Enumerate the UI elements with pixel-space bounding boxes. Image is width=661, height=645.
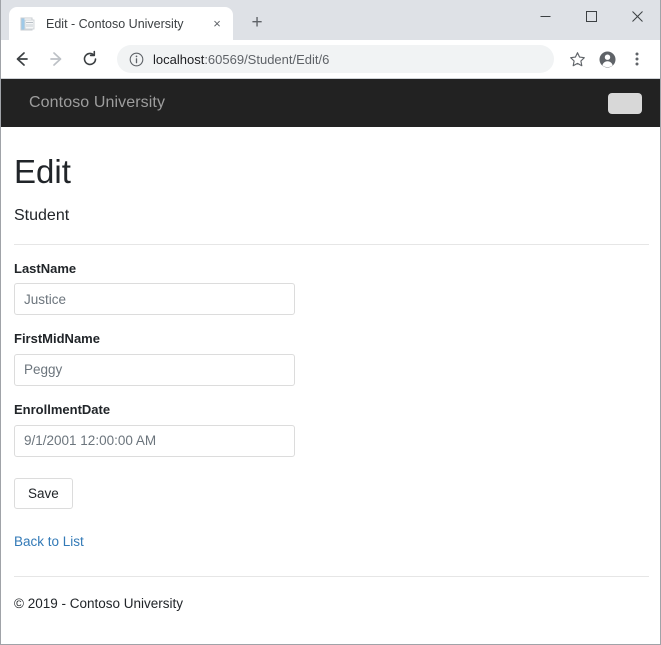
firstmidname-input[interactable] — [14, 354, 295, 386]
form-group-lastname: LastName — [14, 261, 647, 316]
lastname-input[interactable] — [14, 283, 295, 315]
site-footer: © 2019 - Contoso University — [14, 596, 647, 611]
edit-student-form: LastName FirstMidName EnrollmentDate Sav… — [14, 261, 647, 509]
info-circle-icon[interactable] — [129, 52, 144, 67]
new-tab-button[interactable]: + — [243, 9, 271, 37]
address-bar-url: localhost:60569/Student/Edit/6 — [153, 52, 329, 67]
back-link-wrapper: Back to List — [14, 533, 647, 551]
reload-icon[interactable] — [75, 44, 105, 74]
firstmidname-label: FirstMidName — [14, 331, 647, 347]
document-icon — [20, 16, 36, 32]
window-controls — [522, 0, 660, 32]
form-group-firstmidname: FirstMidName — [14, 331, 647, 386]
navbar-brand[interactable]: Contoso University — [29, 94, 165, 112]
browser-tab[interactable]: Edit - Contoso University × — [9, 7, 233, 40]
page-title: Edit — [14, 152, 647, 192]
close-window-button[interactable] — [614, 0, 660, 32]
close-tab-icon[interactable]: × — [209, 16, 225, 32]
page-container: Edit Student LastName FirstMidName Enrol… — [1, 152, 660, 611]
save-button[interactable]: Save — [14, 478, 73, 509]
header-divider — [14, 244, 649, 245]
browser-toolbar: localhost:60569/Student/Edit/6 — [1, 40, 660, 79]
navbar-toggler-button[interactable] — [608, 93, 642, 114]
three-dot-menu-icon[interactable] — [624, 46, 650, 72]
back-to-list-link[interactable]: Back to List — [14, 534, 84, 549]
page-viewport: Contoso University Edit Student LastName… — [1, 79, 660, 644]
url-host: localhost — [153, 52, 204, 67]
tab-strip: Edit - Contoso University × + — [1, 0, 660, 40]
form-group-enrollmentdate: EnrollmentDate — [14, 402, 647, 457]
page-subtitle: Student — [14, 206, 647, 225]
forward-arrow-icon — [41, 44, 71, 74]
maximize-button[interactable] — [568, 0, 614, 32]
address-bar[interactable]: localhost:60569/Student/Edit/6 — [117, 45, 554, 73]
footer-divider — [14, 576, 649, 577]
enrollmentdate-label: EnrollmentDate — [14, 402, 647, 418]
browser-window: Edit - Contoso University × + — [0, 0, 661, 645]
url-path: :60569/Student/Edit/6 — [204, 52, 329, 67]
star-icon[interactable] — [564, 46, 590, 72]
site-navbar: Contoso University — [1, 79, 660, 127]
profile-avatar-icon[interactable] — [594, 46, 620, 72]
tab-title: Edit - Contoso University — [46, 17, 209, 31]
minimize-button[interactable] — [522, 0, 568, 32]
enrollmentdate-input[interactable] — [14, 425, 295, 457]
back-arrow-icon[interactable] — [7, 44, 37, 74]
lastname-label: LastName — [14, 261, 647, 277]
